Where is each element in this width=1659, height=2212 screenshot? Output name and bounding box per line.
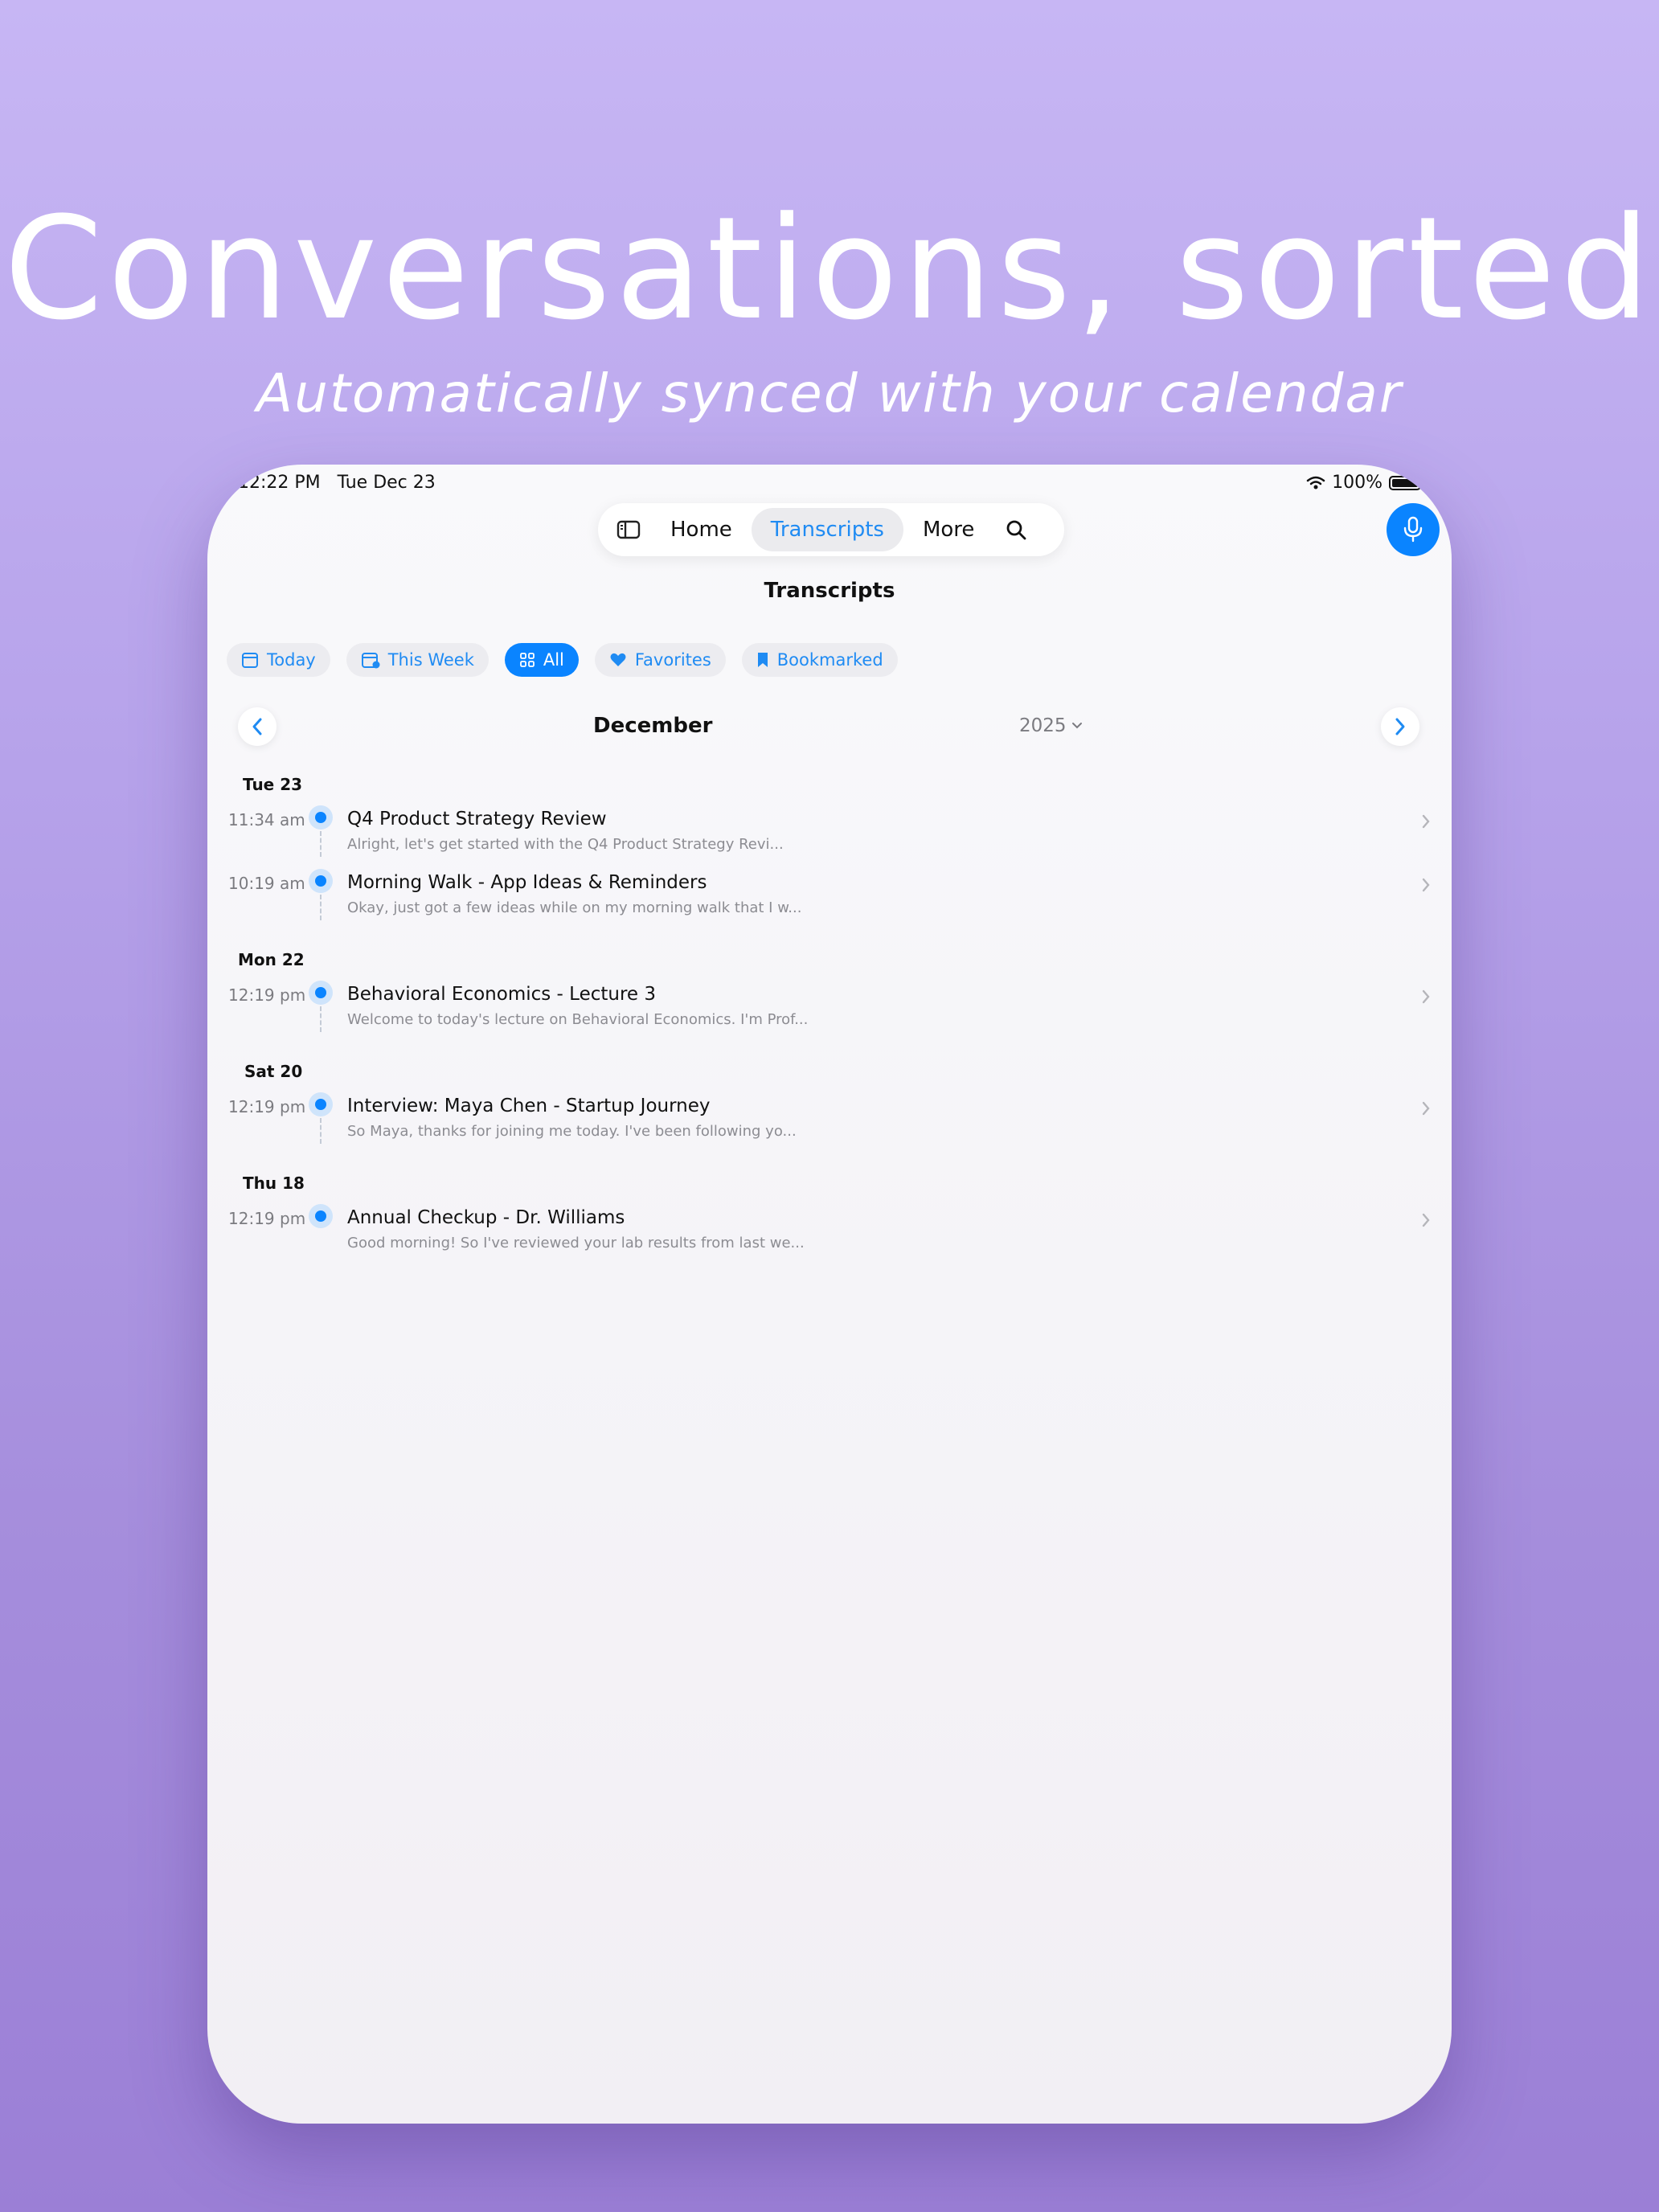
item-time: 10:19 am (228, 874, 305, 893)
calendar-icon (242, 653, 258, 668)
item-preview: Welcome to today's lecture on Behavioral… (347, 1011, 809, 1028)
search-icon (1007, 520, 1026, 540)
microphone-icon (1403, 516, 1423, 543)
calendar-week-icon (361, 653, 380, 669)
timeline-connector (320, 1118, 322, 1144)
item-time: 12:19 pm (228, 1097, 306, 1116)
item-preview: Alright, let's get started with the Q4 P… (347, 836, 784, 853)
day-header: Tue 23 (243, 775, 303, 794)
status-date: Tue Dec 23 (337, 473, 436, 493)
filter-favorites-label: Favorites (634, 650, 711, 670)
tablet-screen: 12:22 PM Tue Dec 23 100% Home Transcript… (207, 465, 1452, 2124)
item-preview: Okay, just got a few ideas while on my m… (347, 899, 802, 916)
hero-subtitle: Automatically synced with your calendar (256, 363, 1403, 424)
timeline-dot (309, 1092, 333, 1116)
item-title: Behavioral Economics - Lecture 3 (347, 984, 657, 1005)
battery-icon (1389, 475, 1423, 490)
next-month-button[interactable] (1381, 707, 1419, 746)
timeline-dot (309, 869, 333, 893)
timeline-connector (320, 895, 322, 920)
page-title: Transcripts (764, 579, 895, 603)
filter-all-label: All (543, 650, 564, 670)
top-nav: Home Transcripts More (598, 503, 1064, 556)
tab-more[interactable]: More (903, 508, 993, 551)
chevron-right-icon (1395, 718, 1405, 735)
month-navigation: December 2025 (207, 707, 1452, 748)
filter-today-label: Today (267, 650, 316, 670)
year-selector[interactable]: 2025 (1019, 715, 1083, 736)
status-time: 12:22 PM (238, 473, 321, 493)
item-title: Interview: Maya Chen - Startup Journey (347, 1096, 711, 1116)
timeline-dot (309, 805, 333, 830)
tab-home[interactable]: Home (651, 508, 752, 551)
chevron-right-icon (1422, 814, 1430, 829)
filter-bar: Today This Week All Favorites Bookmarked (227, 643, 898, 677)
wifi-icon (1306, 476, 1325, 489)
timeline-connector (320, 1006, 322, 1032)
filter-this-week[interactable]: This Week (346, 643, 489, 677)
timeline-dot (309, 1204, 333, 1228)
item-time: 12:19 pm (228, 1209, 306, 1228)
item-time: 11:34 am (228, 810, 305, 830)
heart-icon (610, 653, 626, 666)
timeline-dot (309, 981, 333, 1005)
record-button[interactable] (1387, 503, 1440, 556)
chevron-right-icon (1422, 1101, 1430, 1116)
timeline-connector (320, 831, 322, 857)
search-button[interactable] (993, 508, 1038, 551)
item-title: Q4 Product Strategy Review (347, 809, 607, 830)
filter-all[interactable]: All (504, 643, 579, 677)
filter-bookmarked[interactable]: Bookmarked (741, 643, 898, 677)
grid-icon (519, 653, 535, 667)
item-title: Annual Checkup - Dr. Williams (347, 1207, 625, 1228)
day-header: Sat 20 (244, 1062, 303, 1081)
item-time: 12:19 pm (228, 985, 306, 1005)
sidebar-toggle-button[interactable] (606, 508, 651, 551)
filter-this-week-label: This Week (387, 650, 474, 670)
chevron-right-icon (1422, 878, 1430, 892)
battery-percent: 100% (1332, 473, 1382, 493)
day-header: Mon 22 (238, 950, 305, 969)
item-preview: So Maya, thanks for joining me today. I'… (347, 1123, 797, 1140)
tab-transcripts[interactable]: Transcripts (751, 508, 903, 551)
status-bar-left: 12:22 PM Tue Dec 23 (238, 473, 436, 493)
filter-bookmarked-label: Bookmarked (776, 650, 883, 670)
sidebar-icon (616, 520, 641, 539)
chevron-left-icon (252, 718, 262, 735)
bookmark-icon (757, 653, 768, 667)
item-title: Morning Walk - App Ideas & Reminders (347, 872, 707, 893)
filter-favorites[interactable]: Favorites (594, 643, 726, 677)
chevron-down-icon (1071, 723, 1082, 729)
day-header: Thu 18 (243, 1174, 305, 1193)
year-label: 2025 (1019, 715, 1067, 736)
status-bar-right: 100% (1306, 473, 1423, 493)
chevron-right-icon (1422, 1213, 1430, 1227)
previous-month-button[interactable] (238, 707, 276, 746)
chevron-right-icon (1422, 989, 1430, 1004)
filter-today[interactable]: Today (227, 643, 330, 677)
month-label: December (593, 714, 713, 738)
hero-title: Conversations, sorted (4, 186, 1655, 351)
item-preview: Good morning! So I've reviewed your lab … (347, 1235, 805, 1251)
